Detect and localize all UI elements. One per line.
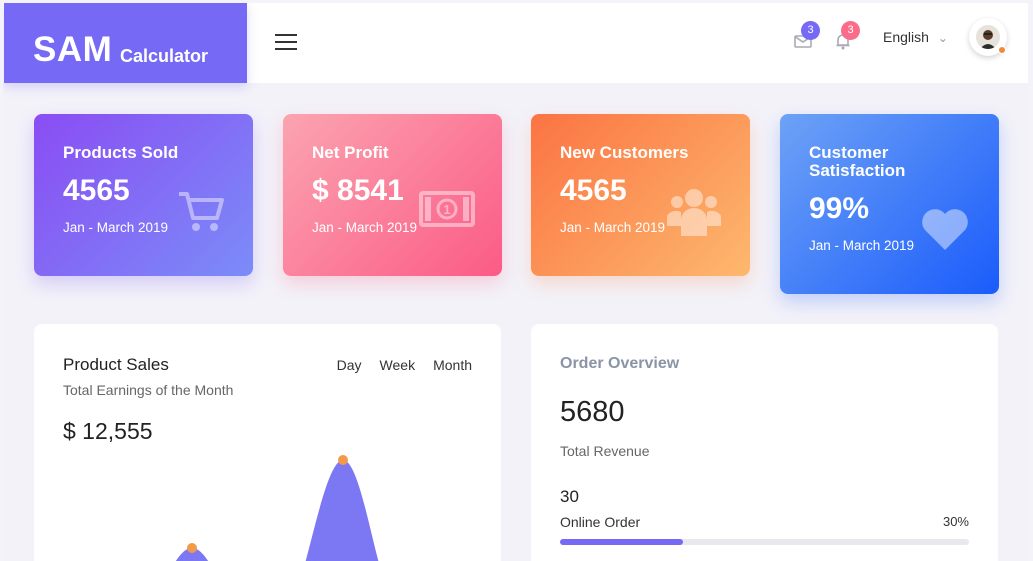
stat-value: 99% — [809, 192, 870, 225]
heart-icon — [922, 209, 968, 250]
sales-peak-point — [187, 543, 197, 553]
product-sales-panel: Product Sales Day Week Month Total Earning… — [34, 324, 501, 561]
stat-card-new-customers[interactable]: New Customers 4565 Jan - March 2019 — [531, 114, 750, 276]
stat-title: Customer Satisfaction — [809, 143, 906, 180]
online-order-label: Online Order — [560, 514, 641, 530]
svg-text:1: 1 — [443, 202, 450, 217]
product-sales-subtitle: Total Earnings of the Month — [63, 382, 234, 398]
chevron-down-icon: ⌄ — [937, 31, 948, 45]
cash-icon: 1 — [419, 191, 475, 227]
tab-month[interactable]: Month — [433, 357, 472, 373]
stat-period: Jan - March 2019 — [63, 220, 169, 235]
stat-card-net-profit[interactable]: Net Profit $ 8541 Jan - March 2019 1 — [283, 114, 502, 276]
avatar-photo — [976, 25, 1000, 49]
product-sales-amount: $ 12,555 — [63, 418, 153, 444]
top-bar: SAM Calculator 3 3 English ⌄ — [3, 3, 1028, 83]
mail-button[interactable]: 3 — [793, 21, 820, 53]
language-label: English — [883, 29, 929, 45]
tab-week[interactable]: Week — [380, 357, 416, 373]
online-order-count: 30 — [560, 487, 579, 506]
product-sales-title: Product Sales — [63, 355, 169, 374]
stat-title: New Customers — [560, 143, 689, 162]
stat-value: $ 8541 — [312, 174, 404, 207]
online-order-percent: 30% — [942, 514, 969, 529]
notifications-button[interactable]: 3 — [833, 21, 860, 53]
stat-period: Jan - March 2019 — [560, 220, 666, 235]
sales-area-series — [305, 460, 379, 561]
tab-day[interactable]: Day — [337, 357, 362, 373]
order-overview-title: Order Overview — [560, 355, 680, 372]
total-revenue-value: 5680 — [560, 396, 625, 428]
menu-toggle-icon[interactable] — [275, 32, 299, 52]
brand-name: SAM — [33, 30, 113, 69]
stat-title: Net Profit — [312, 143, 389, 162]
total-revenue-label: Total Revenue — [560, 443, 650, 459]
status-dot — [998, 46, 1006, 54]
cart-icon — [179, 192, 224, 231]
brand-logo[interactable]: SAM Calculator — [4, 3, 247, 83]
mail-badge: 3 — [801, 21, 820, 40]
stat-card-products-sold[interactable]: Products Sold 4565 Jan - March 2019 — [34, 114, 253, 276]
order-overview-panel: Order Overview 5680 Total Revenue 30 Onl… — [531, 324, 998, 561]
online-order-progress — [560, 539, 969, 545]
stat-title: Products Sold — [63, 143, 179, 162]
user-avatar[interactable] — [969, 18, 1007, 56]
stat-period: Jan - March 2019 — [809, 238, 915, 253]
stat-card-customer-satisfaction[interactable]: Customer Satisfaction 99% Jan - March 20… — [780, 114, 999, 294]
language-selector[interactable]: English ⌄ — [883, 29, 948, 45]
notifications-badge: 3 — [841, 21, 860, 40]
users-icon — [667, 189, 721, 236]
stat-period: Jan - March 2019 — [312, 220, 418, 235]
sales-area-chart — [175, 455, 379, 561]
app-frame: SAM Calculator 3 3 English ⌄ Products Sol… — [3, 3, 1028, 561]
stat-value: 4565 — [63, 174, 130, 207]
brand-subtitle: Calculator — [120, 46, 209, 66]
stat-value: 4565 — [560, 174, 627, 207]
period-tabs: Day Week Month — [319, 357, 472, 373]
progress-fill — [560, 539, 683, 545]
sales-peak-point — [338, 455, 348, 465]
